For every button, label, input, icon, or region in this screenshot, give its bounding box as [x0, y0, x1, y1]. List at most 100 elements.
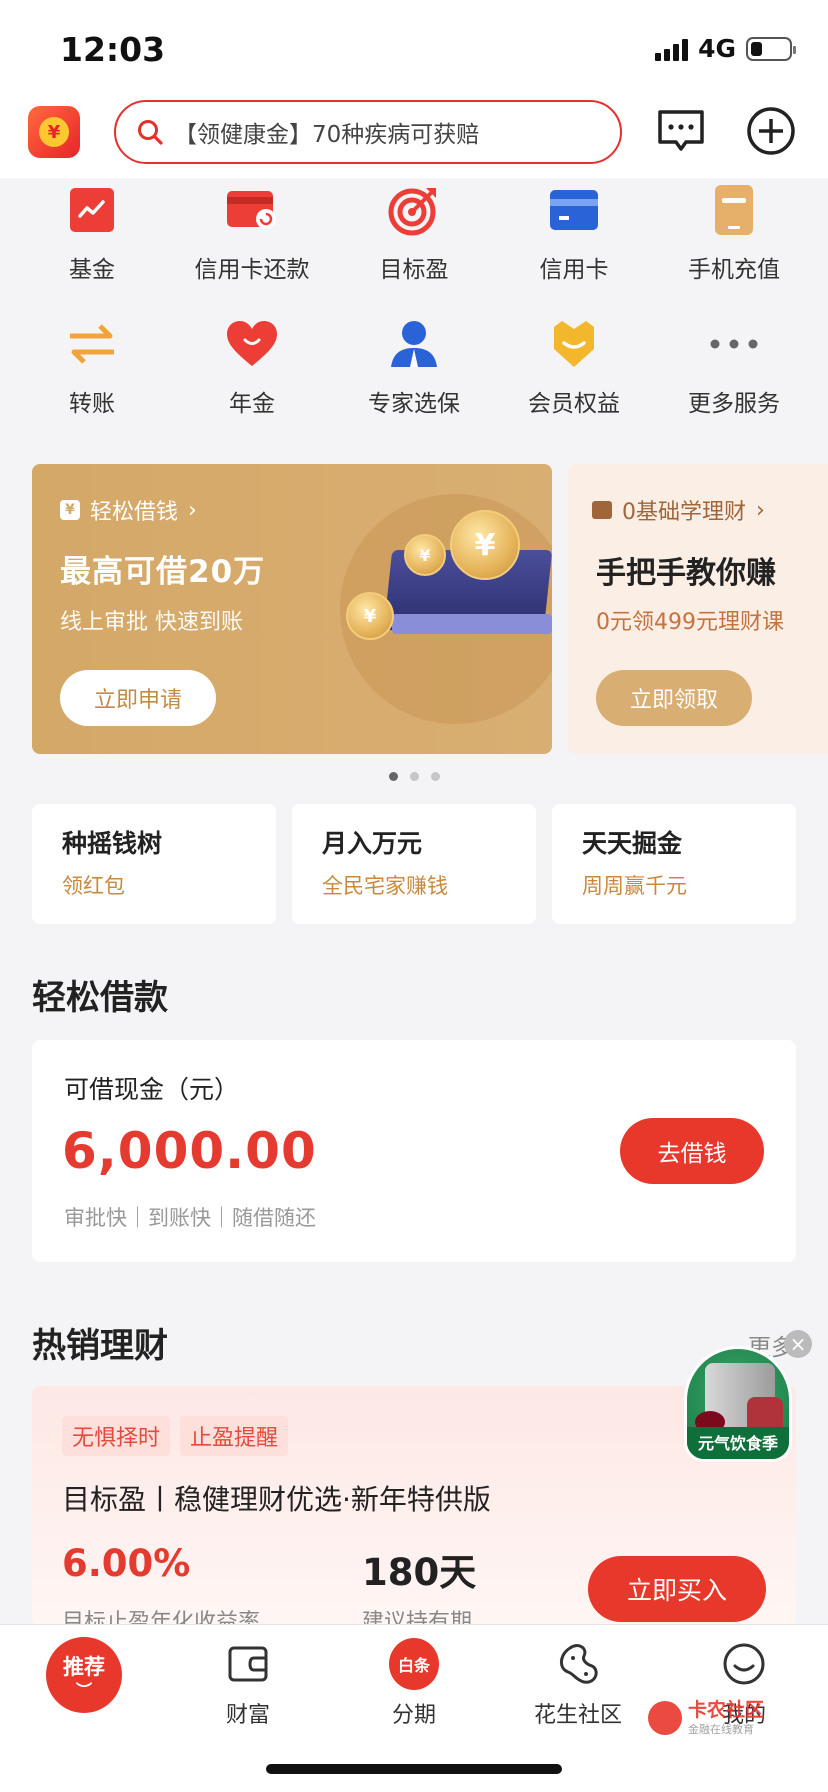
promo-card-daily-gold[interactable]: 天天掘金 周周赢千元 — [552, 804, 796, 924]
status-indicators: 4G — [655, 34, 796, 63]
loan-amount-label: 可借现金（元） — [64, 1075, 240, 1104]
add-circle-icon[interactable] — [746, 106, 796, 156]
tab-label: 财富 — [225, 1703, 270, 1728]
banner-tag: 0基础学理财 › — [592, 494, 765, 526]
member-badge-icon — [554, 321, 594, 367]
banner-tag: ¥ 轻松借钱 › — [60, 494, 197, 526]
banner-title: 最高可借20万 — [60, 554, 266, 590]
carousel-dot[interactable] — [430, 772, 440, 781]
carousel-dot[interactable] — [388, 772, 398, 781]
finance-section-title: 热销理财 — [32, 1326, 168, 1366]
tab-label: 花生社区 — [533, 1703, 622, 1728]
grid-item-label: 基金 — [69, 257, 115, 283]
promo-subtitle: 周周赢千元 — [582, 874, 687, 898]
phone-topup-icon — [715, 185, 753, 235]
claim-now-button[interactable]: 立即领取 — [596, 670, 752, 726]
tab-recommend[interactable]: 推荐 ︶ — [2, 1625, 162, 1745]
status-time: 12:03 — [60, 30, 166, 69]
heart-icon — [227, 321, 277, 366]
promo-card-money-tree[interactable]: 种摇钱树 领红包 — [32, 804, 276, 924]
grid-item-target[interactable]: 目标盈 — [334, 184, 494, 304]
tab-installment[interactable]: 白条 分期 — [334, 1625, 494, 1729]
grid-item-label: 年金 — [229, 391, 275, 417]
grid-item-more-services[interactable]: 更多服务 — [654, 318, 814, 438]
watermark-logo-icon — [648, 1701, 682, 1736]
grid-item-label: 转账 — [69, 391, 115, 417]
battery-icon — [746, 36, 796, 61]
app-logo-icon[interactable]: ¥ — [28, 106, 80, 158]
search-placeholder: 【领健康金】70种疾病可获赔 — [174, 122, 480, 148]
loan-card[interactable]: 可借现金（元） 6,000.00 审批快｜到账快｜随借随还 去借钱 — [32, 1040, 796, 1262]
grid-item-label: 信用卡还款 — [194, 257, 310, 283]
promo-subtitle: 全民宅家赚钱 — [322, 874, 448, 898]
apply-now-button[interactable]: 立即申请 — [60, 670, 216, 726]
status-bar: 12:03 4G — [0, 0, 828, 92]
watermark-subtitle: 金融在线教育 — [688, 1722, 754, 1736]
watermark-title: 卡农社区 — [688, 1699, 765, 1721]
product-name: 目标盈丨稳健理财优选·新年特供版 — [62, 1483, 491, 1516]
wallet-icon — [228, 1646, 268, 1682]
product-holding-days: 180天 — [362, 1551, 477, 1594]
banner-subtitle: 线上审批 快速到账 — [60, 610, 243, 635]
network-type: 4G — [698, 34, 736, 63]
credit-card-icon — [550, 190, 598, 230]
message-icon[interactable] — [656, 108, 706, 154]
grid-item-label: 手机充值 — [688, 257, 780, 283]
promo-card-monthly-income[interactable]: 月入万元 全民宅家赚钱 — [292, 804, 536, 924]
grid-item-label: 专家选保 — [368, 391, 460, 417]
grid-item-label: 更多服务 — [688, 391, 780, 417]
fund-chart-icon — [70, 188, 114, 232]
expert-person-icon — [391, 321, 437, 367]
grid-item-member[interactable]: 会员权益 — [494, 318, 654, 438]
grid-item-expert[interactable]: 专家选保 — [334, 318, 494, 438]
home-indicator[interactable] — [266, 1764, 562, 1774]
buy-now-button[interactable]: 立即买入 — [588, 1556, 766, 1622]
search-bar[interactable]: 【领健康金】70种疾病可获赔 — [114, 100, 622, 164]
recommend-icon: 推荐 ︶ — [46, 1637, 122, 1713]
grid-item-fund[interactable]: 基金 — [12, 184, 172, 304]
carousel-dot[interactable] — [409, 772, 419, 781]
quick-service-grid: 基金 信用卡还款 目标盈 信用卡 手机充值 转账 年金 专家选保 会员权益 更多… — [0, 178, 828, 448]
baitiao-icon: 白条 — [389, 1638, 439, 1690]
promo-title: 月入万元 — [322, 829, 423, 858]
coin-icon: ¥ — [450, 510, 520, 580]
coin-icon: ¥ — [346, 592, 394, 640]
product-tag: 无惧择时 — [62, 1416, 171, 1456]
chevron-down-icon: ︶ — [75, 1681, 92, 1700]
chat-badge-icon — [592, 501, 612, 519]
carousel-indicator — [0, 772, 828, 781]
loan-note: 审批快｜到账快｜随借随还 — [64, 1206, 316, 1230]
watermark: 卡农社区 金融在线教育 — [648, 1700, 764, 1737]
borrow-button[interactable]: 去借钱 — [620, 1118, 764, 1184]
grid-item-annuity[interactable]: 年金 — [172, 318, 332, 438]
loan-amount: 6,000.00 — [62, 1122, 317, 1180]
loan-banner[interactable]: ¥ 轻松借钱 › 最高可借20万 线上审批 快速到账 立即申请 ¥ ¥ ¥ — [32, 464, 552, 754]
transfer-arrows-icon — [70, 324, 114, 364]
floating-ad-label: 元气饮食季 — [687, 1427, 789, 1459]
profile-icon — [723, 1643, 765, 1685]
grid-item-card-repay[interactable]: 信用卡还款 — [172, 184, 332, 304]
floating-ad[interactable]: 元气饮食季 — [684, 1346, 792, 1462]
grid-item-label: 会员权益 — [528, 391, 620, 417]
wallet-box-edge — [392, 614, 552, 634]
grid-item-transfer[interactable]: 转账 — [12, 318, 172, 438]
tab-community[interactable]: 花生社区 — [498, 1625, 658, 1729]
banner-tag-label: 轻松借钱 — [90, 500, 179, 525]
search-icon — [138, 120, 163, 145]
chevron-right-icon: › — [756, 497, 765, 523]
finance-course-banner[interactable]: 0基础学理财 › 手把手教你赚 0元领499元理财课 立即领取 — [568, 464, 828, 754]
grid-item-label: 目标盈 — [379, 257, 449, 283]
banner-tag-label: 0基础学理财 — [622, 500, 746, 525]
loan-section-title: 轻松借款 — [32, 978, 168, 1018]
more-dots-icon — [710, 339, 758, 349]
grid-item-credit-card[interactable]: 信用卡 — [494, 184, 654, 304]
grid-item-phone-topup[interactable]: 手机充值 — [654, 184, 814, 304]
grid-item-label: 信用卡 — [539, 257, 609, 283]
chevron-right-icon: › — [188, 497, 197, 523]
banner-subtitle: 0元领499元理财课 — [596, 610, 784, 635]
close-icon[interactable]: × — [784, 1330, 812, 1358]
tab-label: 分期 — [391, 1703, 436, 1728]
tab-wealth[interactable]: 财富 — [168, 1625, 328, 1729]
product-card[interactable]: 无惧择时 止盈提醒 目标盈丨稳健理财优选·新年特供版 6.00% 目标止盈年化收… — [32, 1386, 796, 1626]
peanut-icon — [560, 1644, 598, 1684]
